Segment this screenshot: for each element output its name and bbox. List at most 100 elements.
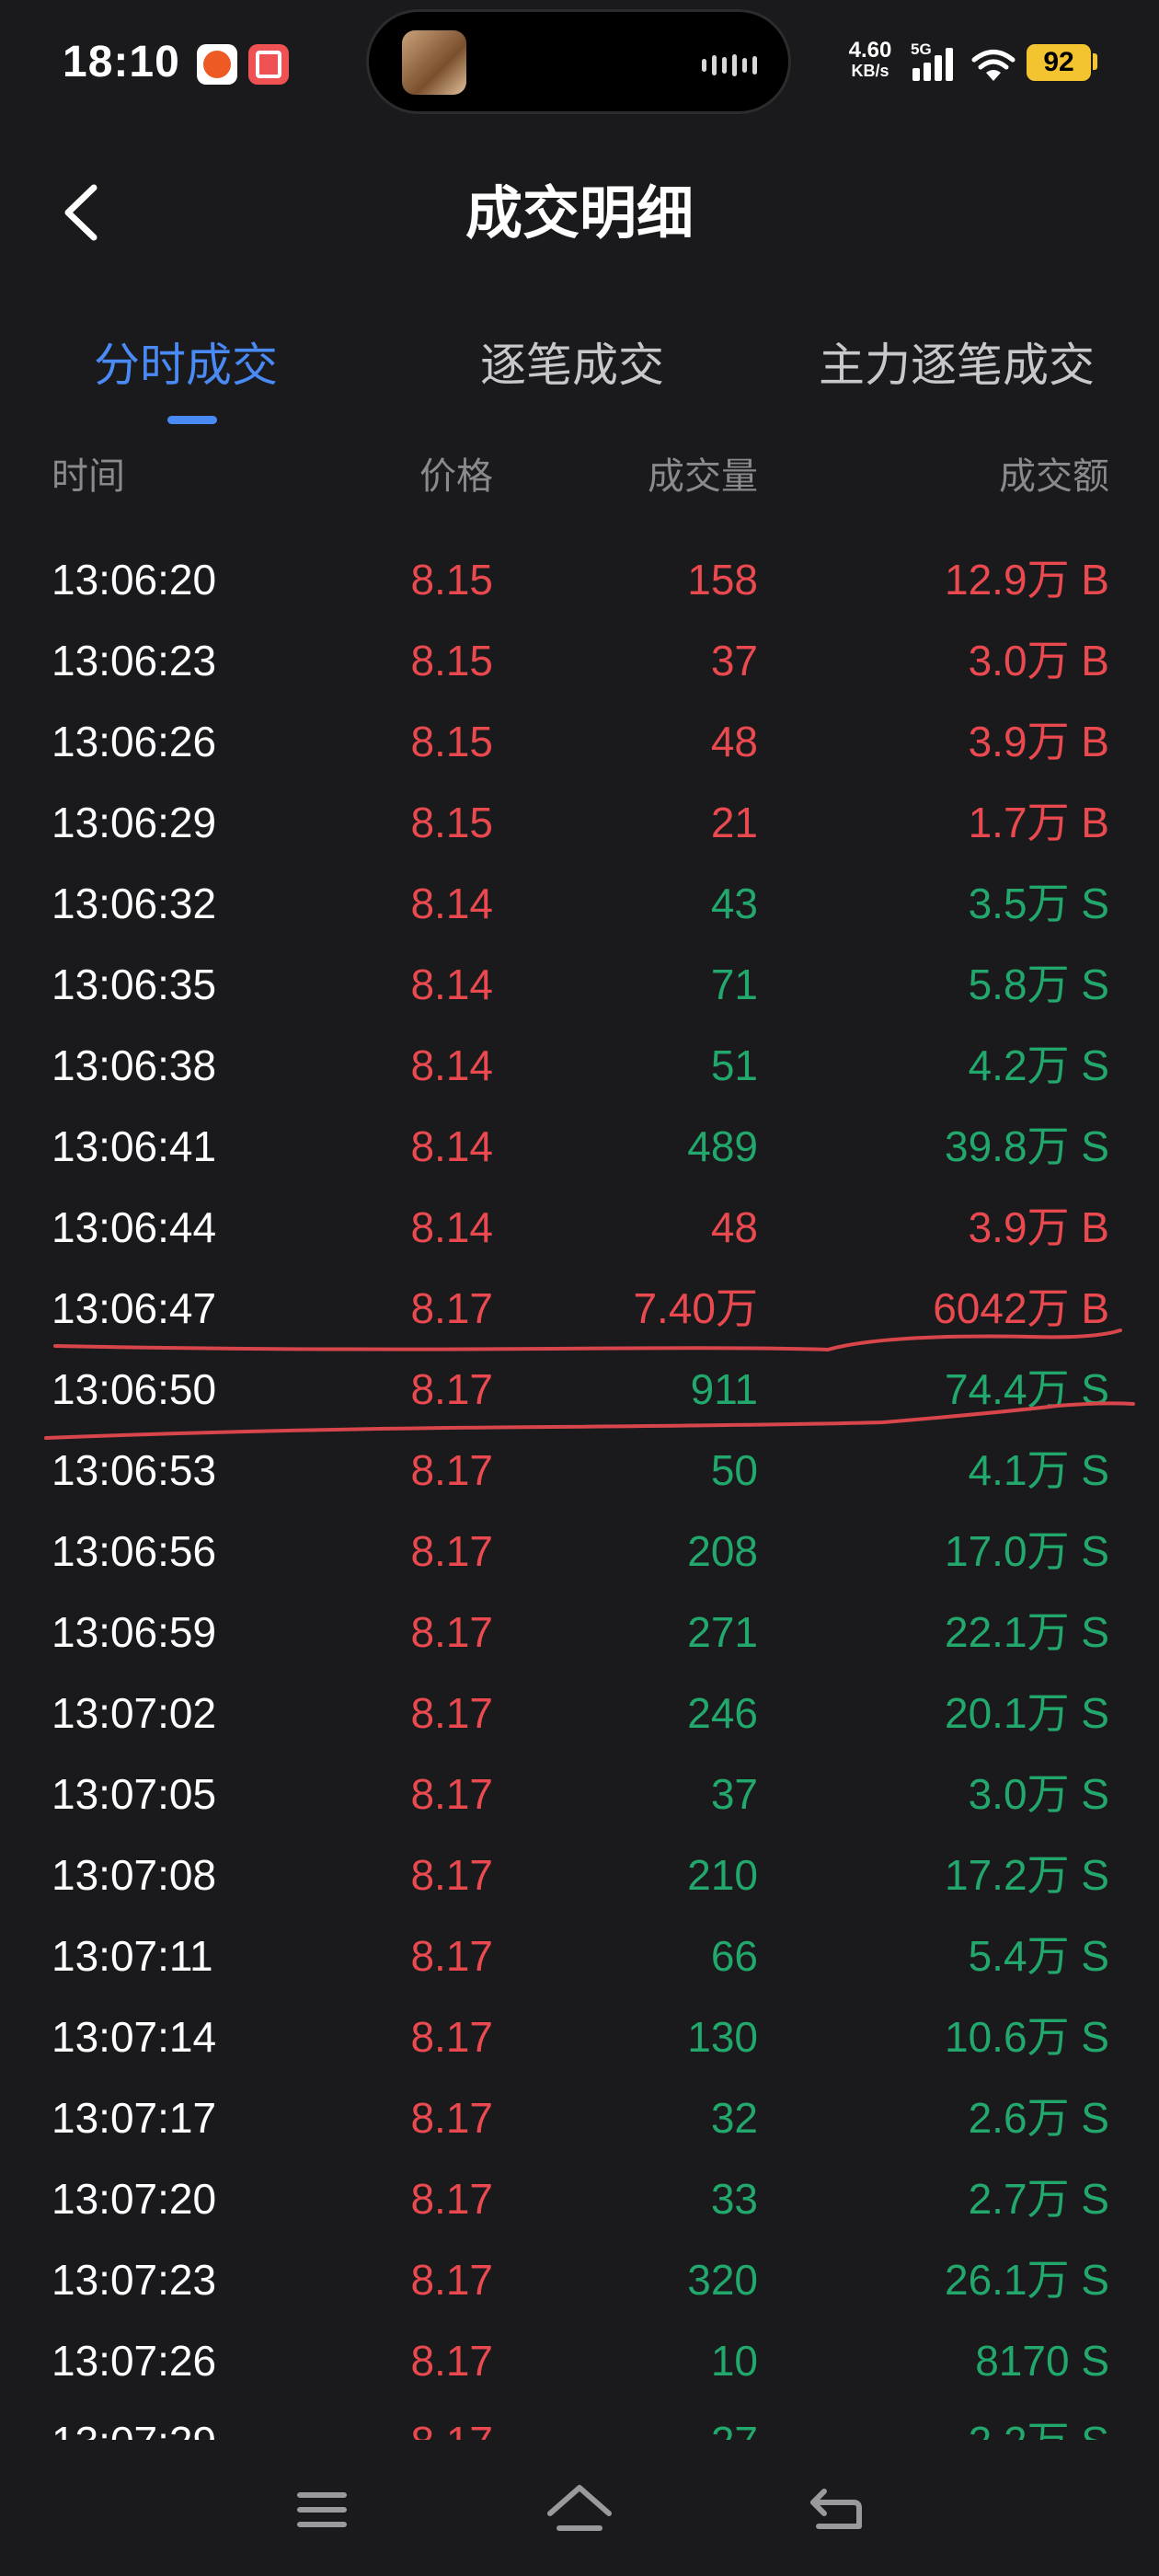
table-row[interactable]: 13:06:38 8.14 51 4.2万 S — [0, 1025, 1159, 1106]
trade-amount: 74.4万 S — [945, 1365, 1109, 1413]
trade-time: 13:06:35 — [52, 960, 217, 1008]
trade-time: 13:06:50 — [52, 1365, 217, 1413]
trade-price: 8.15 — [410, 556, 493, 604]
trade-volume: 37 — [710, 637, 758, 684]
media-cover-icon — [402, 30, 466, 95]
table-row[interactable]: 13:06:50 8.17 911 74.4万 S — [0, 1349, 1159, 1430]
trade-price: 8.15 — [410, 637, 493, 684]
home-icon[interactable] — [543, 2473, 616, 2547]
cell-signal-icon: 5G — [909, 40, 957, 81]
dynamic-island[interactable] — [366, 9, 791, 114]
trade-time: 13:06:38 — [52, 1041, 217, 1089]
trade-amount: 4.1万 S — [968, 1446, 1109, 1494]
trade-volume: 27 — [711, 2412, 758, 2440]
table-row[interactable]: 13:06:32 8.14 43 3.5万 S — [0, 863, 1159, 944]
trade-price: 8.15 — [410, 799, 493, 846]
trade-volume: 208 — [687, 1527, 758, 1575]
trade-time: 13:06:53 — [52, 1446, 217, 1494]
trade-amount: 22.1万 S — [945, 1608, 1109, 1656]
trade-amount: 5.4万 S — [968, 1932, 1109, 1980]
trade-price: 8.14 — [410, 1041, 493, 1089]
trade-time: 13:07:17 — [52, 2094, 217, 2142]
trade-time: 13:06:20 — [52, 556, 217, 604]
back-arrow-icon[interactable] — [800, 2473, 874, 2547]
table-row[interactable]: 13:06:20 8.15 158 12.9万 B — [0, 539, 1159, 620]
trade-price: 8.17 — [410, 1446, 493, 1494]
table-row[interactable]: 13:06:29 8.15 21 1.7万 B — [0, 782, 1159, 863]
table-row[interactable]: 13:06:26 8.15 48 3.9万 B — [0, 701, 1159, 782]
trade-time: 13:07:08 — [52, 1851, 217, 1899]
trade-time: 13:07:23 — [52, 2256, 217, 2304]
table-row[interactable]: 13:07:11 8.17 66 5.4万 S — [0, 1915, 1159, 1996]
trade-price: 8.17 — [410, 1284, 493, 1332]
trade-price: 8.17 — [410, 2175, 493, 2223]
trade-time: 13:06:56 — [52, 1527, 217, 1575]
trade-list[interactable]: 13:06:20 8.15 158 12.9万 B 13:06:23 8.15 37 3.0万… — [0, 539, 1159, 2440]
tab-time-share-trades[interactable]: 分时成交 — [94, 333, 278, 397]
menu-icon[interactable] — [285, 2473, 359, 2547]
trade-amount: 17.2万 S — [945, 1851, 1109, 1899]
trade-price: 8.14 — [410, 880, 493, 927]
table-row[interactable]: 13:07:23 8.17 320 26.1万 S — [0, 2239, 1159, 2320]
trade-volume: 246 — [687, 1689, 758, 1737]
table-row[interactable]: 13:07:08 8.17 210 17.2万 S — [0, 1834, 1159, 1915]
trade-time: 13:06:59 — [52, 1608, 217, 1656]
column-header-volume: 成交量 — [648, 456, 758, 497]
trade-amount: 39.8万 S — [945, 1122, 1109, 1170]
table-row[interactable]: 13:06:44 8.14 48 3.9万 B — [0, 1187, 1159, 1268]
trade-price: 8.17 — [410, 1770, 493, 1818]
table-row[interactable]: 13:06:47 8.17 7.40万 6042万 B — [0, 1268, 1159, 1349]
column-header-price: 价格 — [419, 456, 493, 497]
trade-time: 13:07:11 — [52, 1932, 213, 1980]
trade-volume: 911 — [690, 1365, 758, 1413]
tab-tick-trades[interactable]: 逐笔成交 — [480, 333, 664, 397]
trade-volume: 21 — [710, 799, 758, 846]
table-row[interactable]: 13:06:53 8.17 50 4.1万 S — [0, 1430, 1159, 1511]
trade-volume: 320 — [687, 2256, 758, 2304]
trade-volume: 130 — [687, 2013, 758, 2061]
trade-price: 8.17 — [410, 1608, 493, 1656]
table-row[interactable]: 13:07:17 8.17 32 2.6万 S — [0, 2077, 1159, 2158]
trade-amount: 3.9万 B — [968, 718, 1109, 765]
table-row[interactable]: 13:07:20 8.17 33 2.7万 S — [0, 2158, 1159, 2239]
trade-amount: 6042万 B — [933, 1284, 1109, 1332]
wifi-icon — [971, 50, 1016, 81]
trade-volume: 43 — [710, 880, 758, 927]
table-row[interactable]: 13:06:59 8.17 271 22.1万 S — [0, 1592, 1159, 1673]
trade-price: 8.17 — [410, 2094, 493, 2142]
trade-volume: 66 — [710, 1932, 758, 1980]
trade-price: 8.17 — [410, 2013, 493, 2061]
trade-amount: 20.1万 S — [945, 1689, 1109, 1737]
trade-time: 13:07:02 — [52, 1689, 217, 1737]
trade-volume: 158 — [687, 556, 758, 604]
table-row[interactable]: 13:06:23 8.15 37 3.0万 B — [0, 620, 1159, 701]
battery-tip — [1093, 53, 1097, 70]
trade-time: 13:07:05 — [52, 1770, 217, 1818]
trade-amount: 3.9万 B — [968, 1203, 1109, 1251]
trade-amount: 2.7万 S — [968, 2175, 1109, 2223]
table-row[interactable]: 13:06:41 8.14 489 39.8万 S — [0, 1106, 1159, 1187]
table-row[interactable]: 13:06:35 8.14 71 5.8万 S — [0, 944, 1159, 1025]
trade-volume: 48 — [710, 718, 758, 765]
table-row[interactable]: 13:07:26 8.17 10 8170 S — [0, 2320, 1159, 2401]
trade-volume: 51 — [710, 1041, 758, 1089]
trade-volume: 271 — [687, 1608, 758, 1656]
trade-price: 8.17 — [410, 1689, 493, 1737]
trade-price: 8.17 — [410, 2412, 493, 2440]
network-type: 5G — [911, 40, 932, 58]
trade-price: 8.17 — [410, 1932, 493, 1980]
trade-volume: 37 — [710, 1770, 758, 1818]
column-header-amount: 成交额 — [999, 456, 1109, 497]
trade-amount: 17.0万 S — [945, 1527, 1109, 1575]
trade-volume: 489 — [687, 1122, 758, 1170]
tab-main-force-tick-trades[interactable]: 主力逐笔成交 — [819, 333, 1095, 397]
table-row[interactable]: 13:07:05 8.17 37 3.0万 S — [0, 1754, 1159, 1834]
status-time: 18:10 — [63, 38, 180, 86]
trade-amount: 12.9万 B — [945, 556, 1109, 604]
table-row[interactable]: 13:07:29 8.17 27 2.2万 S — [0, 2401, 1159, 2440]
trade-price: 8.17 — [410, 1527, 493, 1575]
table-row[interactable]: 13:07:14 8.17 130 10.6万 S — [0, 1996, 1159, 2077]
trade-price: 8.17 — [410, 2337, 493, 2385]
table-row[interactable]: 13:07:02 8.17 246 20.1万 S — [0, 1673, 1159, 1754]
table-row[interactable]: 13:06:56 8.17 208 17.0万 S — [0, 1511, 1159, 1592]
